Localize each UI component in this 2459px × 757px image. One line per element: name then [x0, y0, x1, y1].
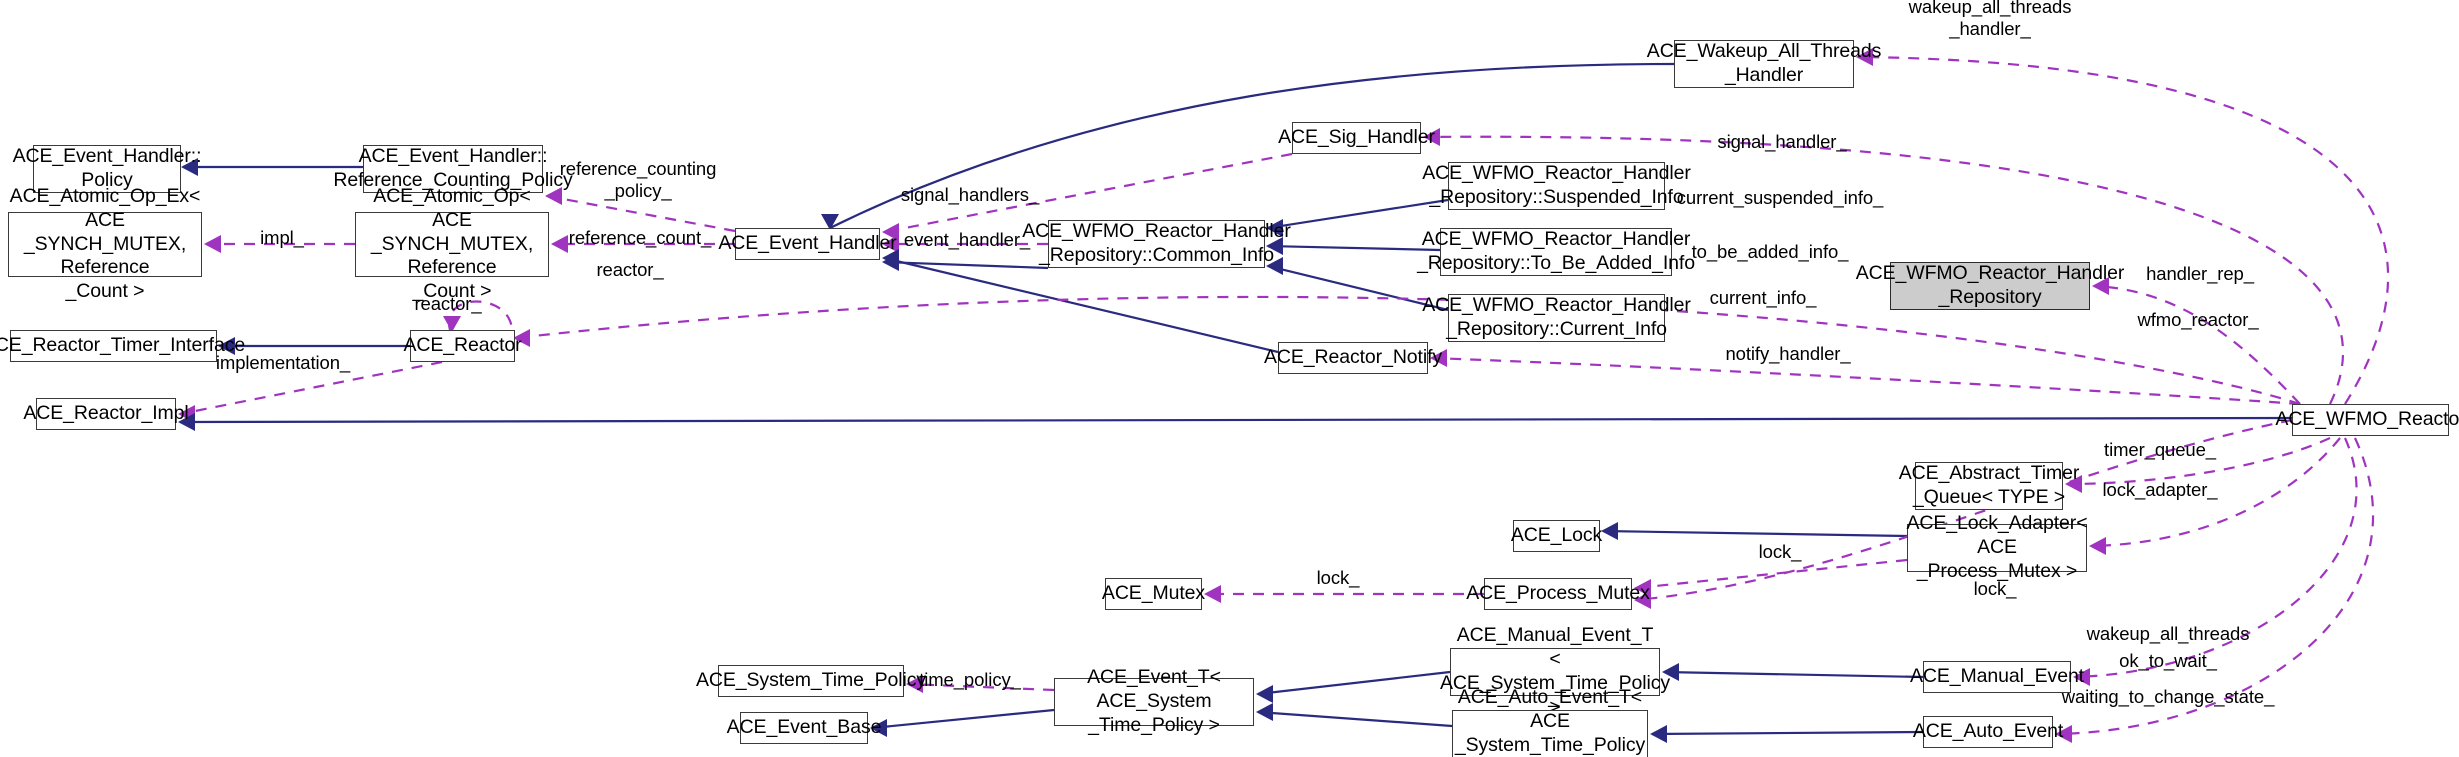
- edge-label-lock_label_left: lock_: [1316, 566, 1360, 588]
- class-node-lock_adapter[interactable]: ACE_Lock_Adapter< ACE _Process_Mutex >: [1907, 512, 2088, 582]
- edge-arrowhead: [551, 235, 568, 253]
- edge-arrowhead: [1650, 725, 1667, 743]
- edge-inheritance: [1257, 710, 1453, 728]
- edge-arrowhead: [204, 235, 221, 253]
- class-node-wakeup_all_threads_handler[interactable]: ACE_Wakeup_All_Threads _Handler: [1647, 40, 1881, 88]
- edge-inheritance: [1663, 670, 1924, 679]
- class-node-event_t[interactable]: ACE_Event_T< ACE_System _Time_Policy >: [1054, 666, 1254, 736]
- edge-usage: [2093, 284, 2301, 405]
- edge-label-impl_label: impl_: [260, 226, 304, 248]
- edge-usage: [1431, 356, 2301, 406]
- edge-usage: [1635, 558, 1908, 590]
- edge-label-implementation_label: implementation_: [215, 351, 351, 373]
- class-node-event_base[interactable]: ACE_Event_Base: [727, 712, 881, 744]
- class-node-reactor_timer_interface[interactable]: ACE_Reactor_Timer_Interface: [0, 330, 245, 362]
- edge-label-current_info_label: current_info_: [1709, 286, 1817, 308]
- edge-arrowhead: [2089, 537, 2106, 555]
- class-node-mutex[interactable]: ACE_Mutex: [1102, 578, 1205, 610]
- edge-label-reactor_underscore_label: reactor_: [596, 258, 664, 280]
- class-node-reactor_impl[interactable]: ACE_Reactor_Impl: [23, 398, 189, 430]
- edge-label-signal_handlers_label: signal_handlers_: [900, 183, 1040, 205]
- edge-arrowhead: [1601, 522, 1618, 540]
- edge-inheritance: [883, 256, 1279, 354]
- class-node-auto_event_t[interactable]: ACE_Auto_Event_T< ACE _System_Time_Polic…: [1452, 686, 1648, 757]
- edge-label-lock_adapter_label: lock_adapter_: [2102, 478, 2218, 500]
- class-node-reactor_notify[interactable]: ACE_Reactor_Notify: [1264, 342, 1442, 374]
- edge-inheritance: [1651, 730, 1924, 736]
- class-node-reactor[interactable]: ACE_Reactor: [403, 330, 522, 362]
- edge-label-event_handler_label: event_handler_: [903, 228, 1031, 250]
- class-node-manual_event[interactable]: ACE_Manual_Event: [1910, 661, 2084, 693]
- class-node-auto_event[interactable]: ACE_Auto_Event: [1913, 716, 2063, 748]
- edge-label-current_suspended_info_label: current_suspended_info_: [1676, 186, 1884, 208]
- edge-inheritance: [871, 708, 1055, 730]
- edge-label-time_policy_label: time_policy_: [919, 668, 1021, 690]
- edge-label-to_be_added_info_label: to_be_added_info_: [1691, 240, 1849, 262]
- edge-inheritance: [1257, 670, 1451, 696]
- class-node-repo_current_info[interactable]: ACE_WFMO_Reactor_Handler _Repository::Cu…: [1422, 294, 1691, 342]
- edge-label-ok_to_wait_label: ok_to_wait_: [2119, 649, 2217, 671]
- class-node-system_time_policy[interactable]: ACE_System_Time_Policy: [696, 665, 926, 697]
- class-node-sig_handler[interactable]: ACE_Sig_Handler: [1278, 122, 1435, 154]
- edge-label-signal_handler_label: signal_handler_: [1717, 130, 1847, 152]
- class-node-lock[interactable]: ACE_Lock: [1511, 520, 1602, 552]
- edge-label-waiting_to_change_state_label: waiting_to_change_state_: [2061, 685, 2275, 707]
- class-node-wfmo_reactor[interactable]: ACE_WFMO_Reactor: [2275, 404, 2459, 436]
- edge-usage: [1857, 55, 2389, 405]
- class-node-repo_to_be_added_info[interactable]: ACE_WFMO_Reactor_Handler _Repository::To…: [1417, 228, 1695, 276]
- edge-inheritance: [1602, 529, 1908, 538]
- class-node-handler_repository[interactable]: ACE_WFMO_Reactor_Handler _Repository: [1856, 262, 2124, 310]
- class-node-repo_suspended_info[interactable]: ACE_WFMO_Reactor_Handler _Repository::Su…: [1422, 162, 1691, 210]
- edge-label-lock_label_bottom: lock_: [1973, 577, 2017, 599]
- class-node-abstract_timer_queue[interactable]: ACE_Abstract_Timer _Queue< TYPE >: [1899, 462, 2079, 510]
- collaboration-diagram: ACE_Wakeup_All_Threads _Handler ACE_Event…: [0, 0, 2459, 757]
- edge-label-notify_handler_label: notify_handler_: [1725, 342, 1851, 364]
- edge-arrowhead: [1256, 685, 1273, 703]
- edge-label-wakeup_all_threads_label: wakeup_all_threads: [2086, 622, 2250, 644]
- edge-label-reactor_label: reactor_: [414, 292, 482, 314]
- edge-inheritance: [1267, 198, 1449, 230]
- class-node-repo_common_info[interactable]: ACE_WFMO_Reactor_Handler _Repository::Co…: [1022, 220, 1291, 268]
- edge-label-lock_label_right: lock_: [1758, 540, 1802, 562]
- class-node-event_handler[interactable]: ACE_Event_Handler: [718, 228, 897, 260]
- class-node-atomic_op[interactable]: ACE_Atomic_Op< ACE _SYNCH_MUTEX, Referen…: [355, 185, 549, 302]
- edge-label-reference_counting_policy_label: reference_counting _policy_: [559, 157, 717, 201]
- edge-label-handler_rep_label: handler_rep_: [2146, 262, 2254, 284]
- edge-label-reference_count_label: reference_count_: [568, 226, 712, 248]
- edge-label-timer_queue_label: timer_queue_: [2104, 438, 2216, 460]
- edge-inheritance: [179, 416, 2293, 424]
- edge-inheritance: [1267, 244, 1441, 252]
- edge-label-wakeup_all_threads_handler_label: wakeup_all_threads _handler_: [1908, 0, 2072, 39]
- class-node-atomic_op_ex[interactable]: ACE_Atomic_Op_Ex< ACE _SYNCH_MUTEX, Refe…: [8, 185, 202, 302]
- edge-label-wfmo_reactor_label: wfmo_reactor_: [2137, 308, 2259, 330]
- edge-arrowhead: [1256, 703, 1273, 721]
- class-node-process_mutex[interactable]: ACE_Process_Mutex: [1466, 578, 1650, 610]
- edge-arrowhead: [1204, 585, 1221, 603]
